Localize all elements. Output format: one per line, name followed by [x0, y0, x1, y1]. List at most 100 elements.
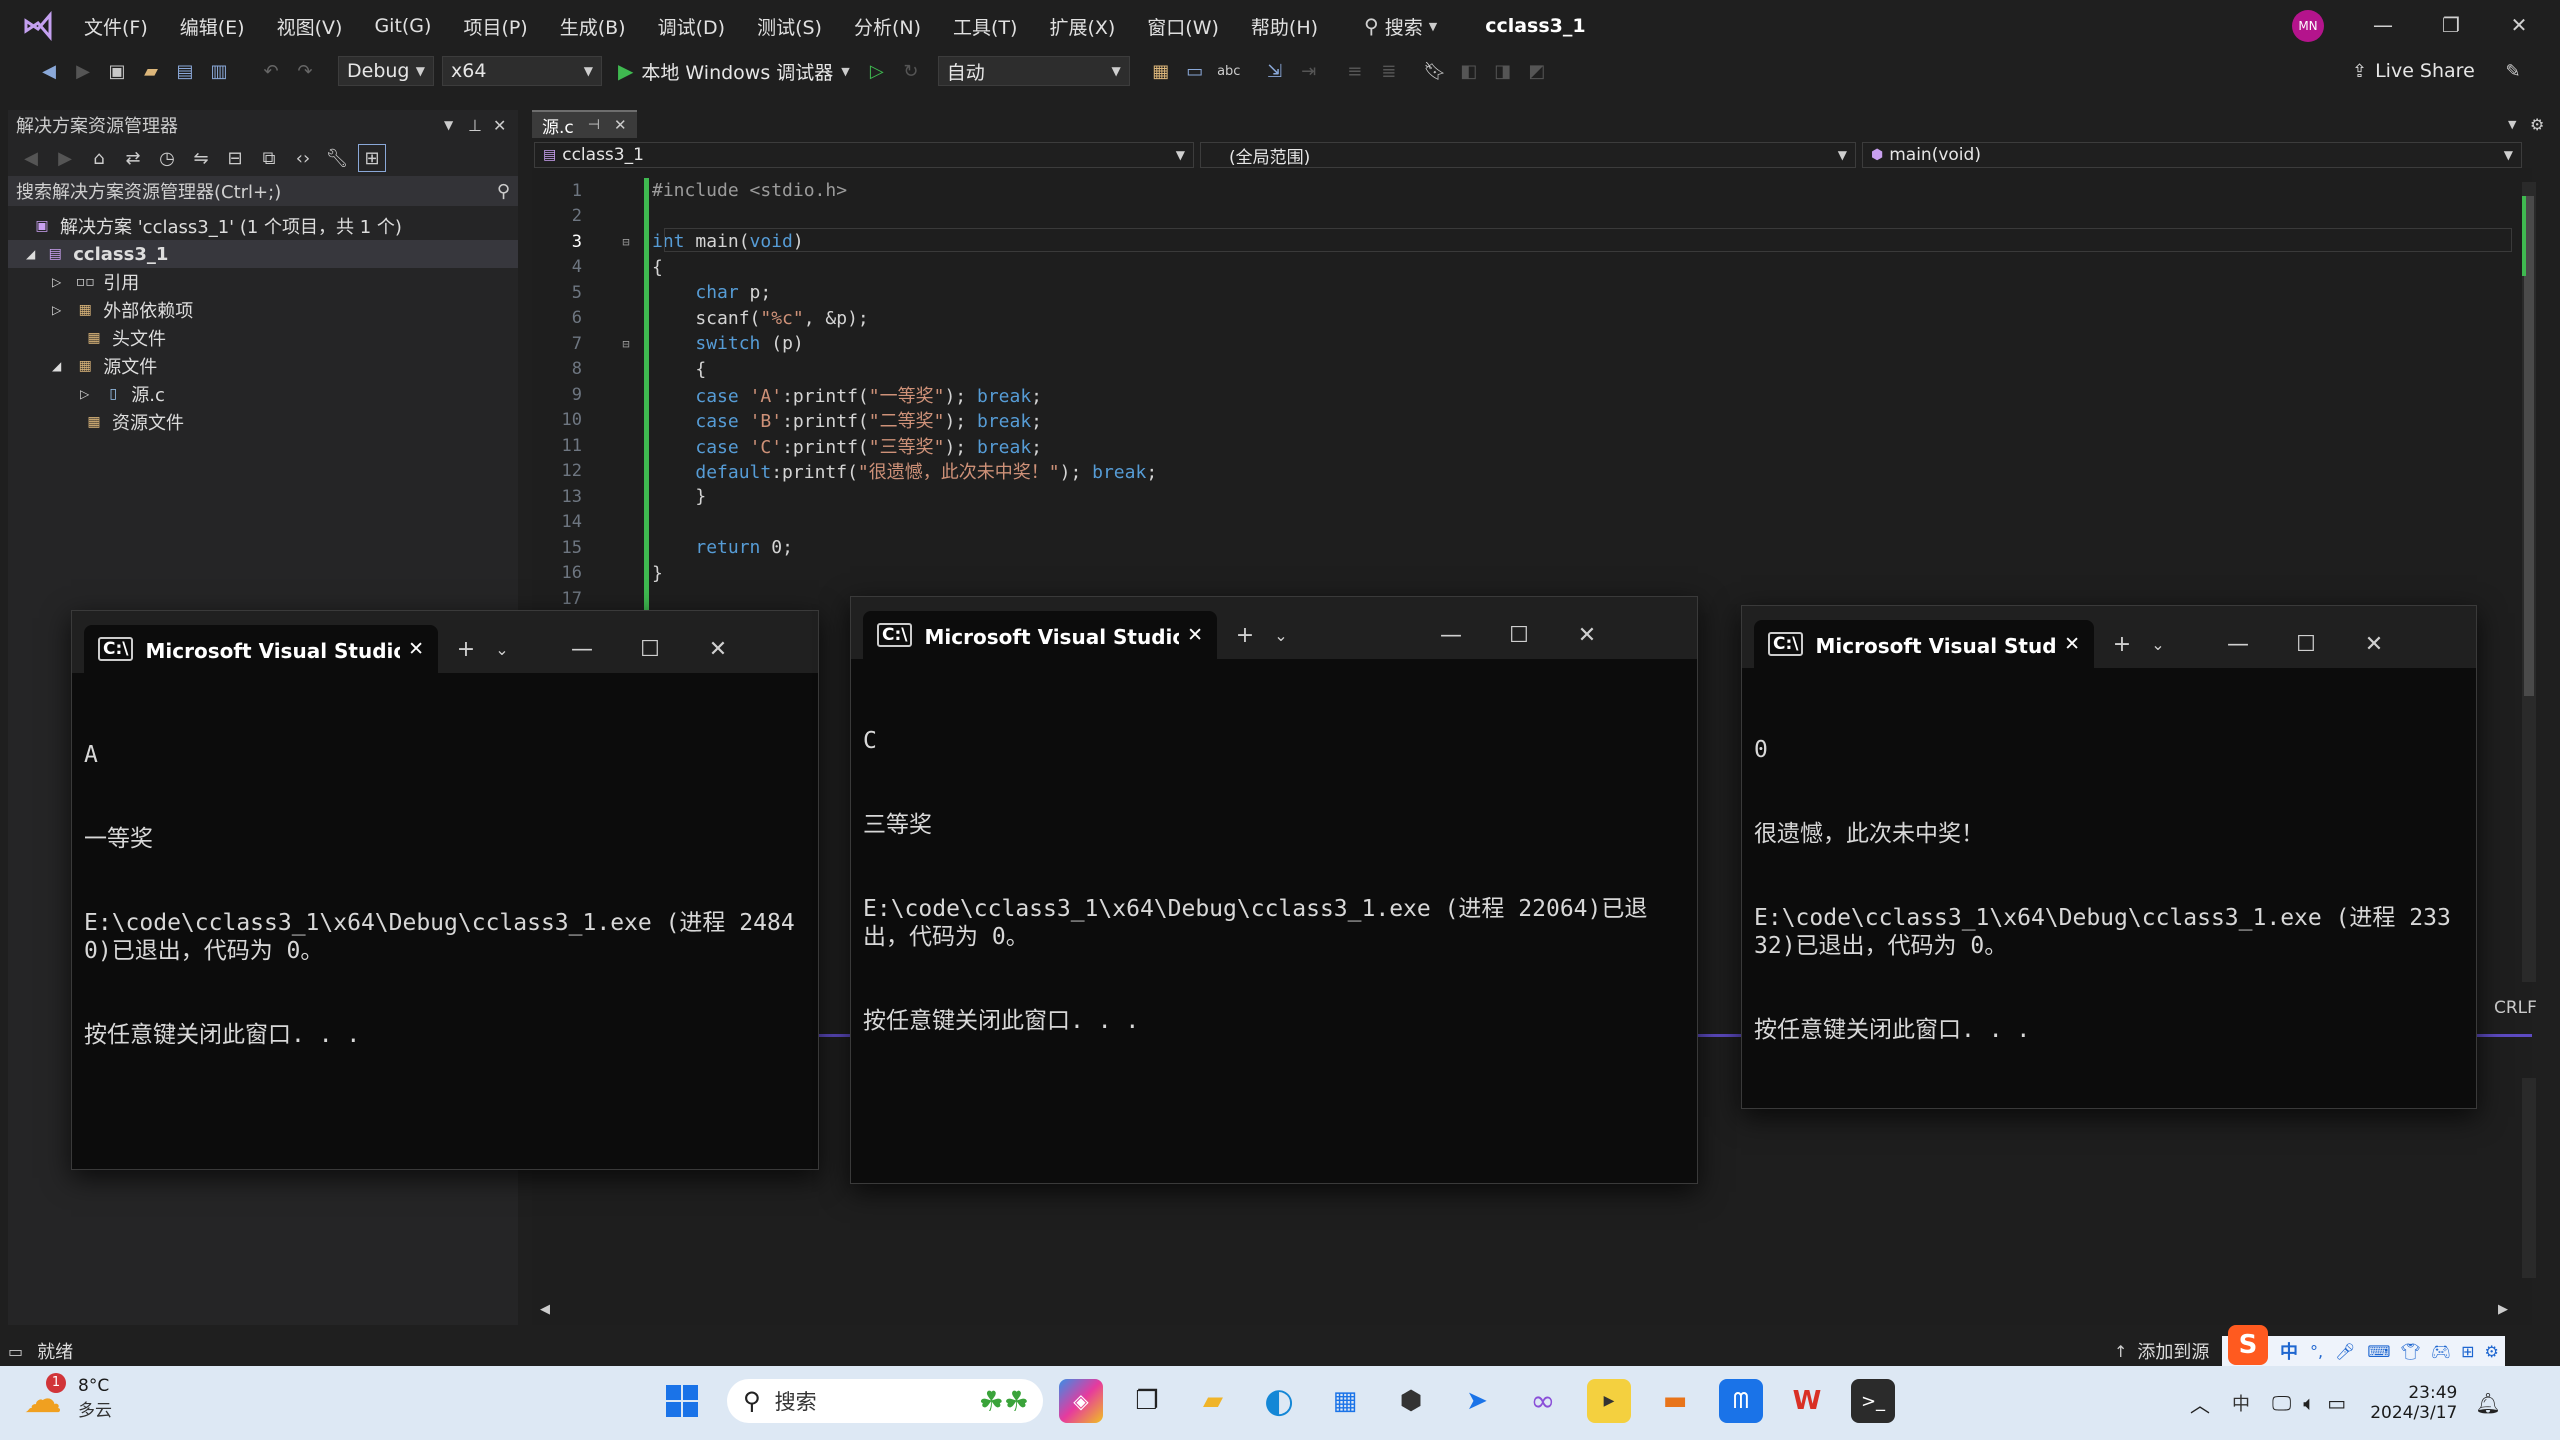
hot-reload-icon[interactable]: ↻ [898, 58, 924, 84]
potplayer-icon[interactable]: ▶ [1587, 1379, 1631, 1423]
menu-item[interactable]: 视图(V) [277, 13, 343, 40]
code-line[interactable]: 11 case 'C':printf("三等奖"); break; [532, 433, 2532, 459]
indent-icon[interactable]: ≡ [1342, 58, 1368, 84]
solution-search-box[interactable]: 搜索解决方案资源管理器(Ctrl+;) ⚲ [8, 176, 518, 206]
new-tab-button[interactable]: + [2102, 620, 2142, 668]
code-area[interactable]: 1 #include <stdio.h> 2 3 ⊟ int main(void) 4{5 … [532, 178, 2532, 612]
tree-source-file[interactable]: ▷ ▯ 源.c [8, 380, 518, 408]
code-line[interactable]: 15 return 0; [532, 535, 2532, 561]
scope-nav-select[interactable]: (全局范围) ▼ [1200, 142, 1856, 168]
outdent-icon[interactable]: ≣ [1376, 58, 1402, 84]
gear-icon[interactable]: ⚙ [2530, 115, 2544, 134]
close-button[interactable]: ✕ [684, 625, 752, 673]
live-share-button[interactable]: ⇪ Live Share [2352, 60, 2475, 82]
horizontal-scrollbar[interactable]: ◀ ▶ [532, 1300, 2532, 1322]
tree-references[interactable]: ▷ ▫▫ 引用 [8, 268, 518, 296]
expand-icon[interactable]: ◢ [52, 359, 61, 373]
tab-source-file[interactable]: 源.c ⊣ ✕ [532, 110, 637, 138]
code-line[interactable]: 7 ⊟ switch (p) [532, 331, 2532, 357]
scroll-left-icon[interactable]: ◀ [540, 1302, 550, 1317]
close-icon[interactable]: ✕ [493, 116, 506, 135]
bookmark-clear-icon[interactable]: ◩ [1524, 58, 1550, 84]
bookmark-prev-icon[interactable]: ◧ [1456, 58, 1482, 84]
close-button[interactable]: ✕ [2496, 10, 2542, 40]
console-tab[interactable]: C:\ Microsoft Visual Studio 调i ✕ [863, 611, 1217, 659]
code-line[interactable]: 16} [532, 561, 2532, 587]
code-line[interactable]: 12 default:printf("很遗憾，此次未中奖！"); break; [532, 459, 2532, 485]
back-icon[interactable]: ◀ [18, 145, 44, 171]
switch-views-icon[interactable]: ⇄ [120, 145, 146, 171]
taskbar-search-box[interactable]: ⚲ 搜索 ☘︎☘︎ [727, 1379, 1043, 1423]
open-folder-icon[interactable]: ▰ [138, 58, 164, 84]
code-line[interactable]: 2 [532, 204, 2532, 230]
meeting-icon[interactable]: ᗰ [1719, 1379, 1763, 1423]
file-explorer-icon[interactable]: ▰ [1191, 1379, 1235, 1423]
pin-icon[interactable]: ⊣ [588, 117, 600, 133]
tree-external-deps[interactable]: ▷ ▦ 外部依赖项 [8, 296, 518, 324]
tab-dropdown-icon[interactable]: ⌄ [2142, 620, 2174, 668]
code-line[interactable]: 14 [532, 510, 2532, 536]
maximize-button[interactable]: ❐ [2428, 10, 2474, 40]
menu-item[interactable]: 项目(P) [463, 13, 527, 40]
close-button[interactable]: ✕ [2340, 620, 2408, 668]
menu-item[interactable]: 文件(F) [84, 13, 148, 40]
step-icon[interactable]: ⇲ [1262, 58, 1288, 84]
undo-icon[interactable]: ↶ [258, 58, 284, 84]
volume-icon[interactable]: 🔈︎ [2303, 1391, 2315, 1415]
minimize-button[interactable]: — [1417, 611, 1485, 659]
unity-icon[interactable]: ⬢ [1389, 1379, 1433, 1423]
tree-solution[interactable]: ▣ 解决方案 'cclass3_1' (1 个项目，共 1 个) [8, 212, 518, 240]
code-line[interactable]: 13 } [532, 484, 2532, 510]
vs-logo-icon[interactable] [18, 6, 58, 46]
task-view-icon[interactable]: ❐ [1125, 1379, 1169, 1423]
feedback-icon[interactable]: ✎ [2500, 58, 2526, 84]
platform-select[interactable]: x64 ▼ [442, 56, 602, 86]
spellcheck-icon[interactable]: abc [1216, 58, 1242, 84]
new-project-icon[interactable]: ▣ [104, 58, 130, 84]
auto-select[interactable]: 自动 ▼ [937, 56, 1130, 86]
edge-icon[interactable]: ◐ [1257, 1379, 1301, 1423]
tab-dropdown-icon[interactable]: ⌄ [486, 625, 518, 673]
visual-studio-icon[interactable]: ∞ [1521, 1379, 1565, 1423]
wps-icon[interactable]: W [1785, 1379, 1829, 1423]
scroll-right-icon[interactable]: ▶ [2498, 1302, 2508, 1317]
tree-project[interactable]: ◢ ▤ cclass3_1 [8, 240, 518, 268]
forward-icon[interactable]: ▶ [52, 145, 78, 171]
collapse-icon[interactable]: ▷ [52, 275, 61, 289]
minimize-button[interactable]: — [2204, 620, 2272, 668]
menu-item[interactable]: Git(G) [374, 15, 431, 37]
menu-item[interactable]: 分析(N) [854, 13, 921, 40]
close-button[interactable]: ✕ [1553, 611, 1621, 659]
output-scrollbar[interactable] [2522, 1078, 2536, 1278]
menu-item[interactable]: 扩展(X) [1049, 13, 1115, 40]
battery-icon[interactable]: ▭ [2327, 1391, 2346, 1415]
bookmark-next-icon[interactable]: ◨ [1490, 58, 1516, 84]
tree-resources[interactable]: ▦ 资源文件 [8, 408, 518, 436]
bookmark-icon[interactable]: 🔖︎ [1422, 58, 1448, 84]
back-icon[interactable]: ◀ [36, 58, 62, 84]
store-icon[interactable]: ▦ [1323, 1379, 1367, 1423]
sync-icon[interactable]: ⇋ [188, 145, 214, 171]
tree-headers[interactable]: ▦ 头文件 [8, 324, 518, 352]
save-all-icon[interactable]: ▥ [206, 58, 232, 84]
slides-icon[interactable]: ▬ [1653, 1379, 1697, 1423]
console-tab[interactable]: C:\ Microsoft Visual Studio 诽 ✕ [1754, 620, 2094, 668]
add-to-source-control[interactable]: ↑ 添加到源 [2114, 1338, 2209, 1364]
project-nav-select[interactable]: ▤ cclass3_1 ▼ [534, 142, 1194, 168]
feishu-icon[interactable]: ➤ [1455, 1379, 1499, 1423]
home-icon[interactable]: ⌂ [86, 145, 112, 171]
collapse-icon[interactable]: ▷ [52, 303, 61, 317]
code-line[interactable]: 5 char p; [532, 280, 2532, 306]
code-line[interactable]: 3 ⊟ int main(void) [532, 229, 2532, 255]
code-line[interactable]: 6 scanf("%c", &p); [532, 306, 2532, 332]
browse-icon[interactable]: ▦ [1148, 58, 1174, 84]
console-window-2[interactable]: C:\ Microsoft Visual Studio 调i ✕ + ⌄ — ☐… [850, 596, 1698, 1184]
maximize-button[interactable]: ☐ [2272, 620, 2340, 668]
maximize-button[interactable]: ☐ [616, 625, 684, 673]
console-output[interactable]: C 三等奖 E:\code\cclass3_1\x64\Debug\cclass… [851, 659, 1697, 1103]
fold-icon[interactable]: ⊟ [612, 337, 640, 351]
start-without-debug-icon[interactable]: ▷ [864, 58, 890, 84]
menu-item[interactable]: 测试(S) [757, 13, 822, 40]
collapse-all-icon[interactable]: ⊟ [222, 145, 248, 171]
dropdown-icon[interactable]: ▼ [444, 118, 453, 132]
